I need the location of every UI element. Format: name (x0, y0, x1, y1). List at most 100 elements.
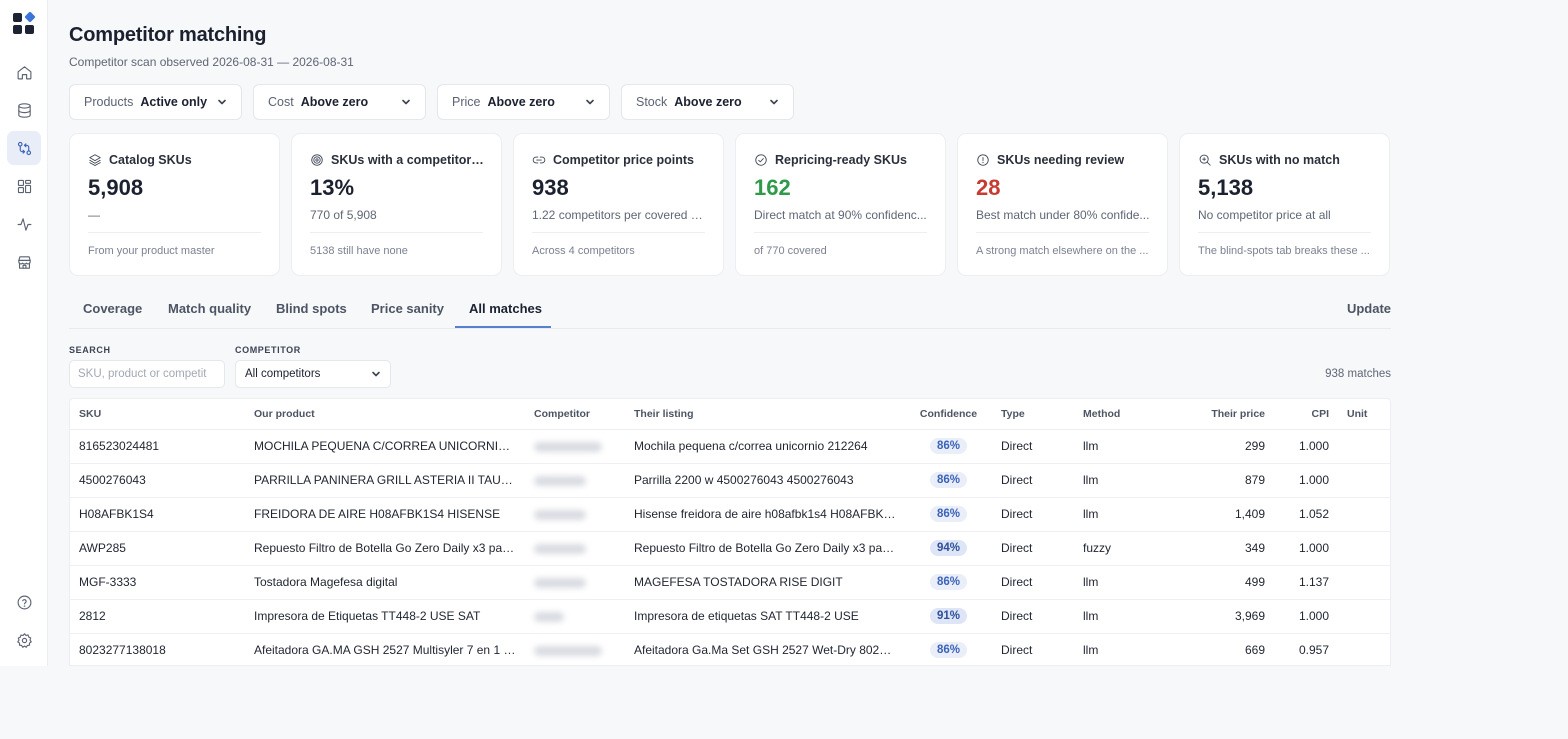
cell-method: fuzzy (1074, 531, 1164, 566)
divider (310, 232, 483, 233)
kpi-subtext: Direct match at 90% confidenc... (754, 208, 927, 222)
filter-products[interactable]: Products Active only (69, 84, 242, 120)
column-header-confidence[interactable]: Confidence (905, 399, 992, 430)
chevron-down-icon (769, 97, 779, 107)
nav-home[interactable] (7, 55, 41, 89)
cell-our-product: Afeitadora GA.MA GSH 2527 Multisyler 7 e… (245, 633, 525, 665)
kpi-value: 5,908 (88, 175, 144, 200)
search-input[interactable] (69, 360, 225, 388)
kpi-footnote: of 770 covered (754, 245, 827, 257)
cell-cpi: 1.000 (1274, 531, 1338, 566)
nav-layout[interactable] (7, 169, 41, 203)
cell-cpi: 1.000 (1274, 429, 1338, 464)
competitor-select-value: All competitors (245, 368, 321, 380)
link-icon (532, 156, 546, 164)
cell-sku: 816523024481 (70, 429, 245, 464)
column-header-their-listing[interactable]: Their listing (625, 399, 905, 430)
divider (88, 232, 261, 233)
kpi-title: Catalog SKUs (109, 153, 192, 167)
cell-cpi: 1.000 (1274, 463, 1338, 498)
match-count: 938 matches (1325, 368, 1391, 380)
column-header-our-product[interactable]: Our product (245, 399, 525, 430)
cell-our-product: FREIDORA DE AIRE H08AFBK1S4 HISENSE (245, 497, 525, 532)
column-header-type[interactable]: Type (992, 399, 1074, 430)
table-row[interactable]: H08AFBK1S4 FREIDORA DE AIRE H08AFBK1S4 H… (70, 497, 1390, 532)
nav-help[interactable] (7, 585, 41, 619)
cell-unit (1338, 497, 1390, 532)
cell-type: Direct (992, 599, 1074, 634)
cell-type: Direct (992, 497, 1074, 532)
kpi-title: Competitor price points (553, 153, 694, 167)
column-header-method[interactable]: Method (1074, 399, 1164, 430)
confidence-badge: 94% (929, 540, 968, 556)
cell-sku: H08AFBK1S4 (70, 497, 245, 532)
page-subtitle: Competitor scan observed 2026-08-31 — 20… (69, 55, 354, 69)
filter-price[interactable]: Price Above zero (437, 84, 610, 120)
tab-all-matches[interactable]: All matches (469, 301, 542, 316)
cell-unit (1338, 463, 1390, 498)
cell-our-product: PARRILLA PANINERA GRILL ASTERIA II TAURU… (245, 463, 525, 498)
update-button[interactable]: Update (1347, 301, 1391, 316)
settings-icon (16, 632, 32, 648)
table-row[interactable]: 2812 Impresora de Etiquetas TT448-2 USE … (70, 599, 1390, 634)
kpi-card-catalog-skus: Catalog SKUs 5,908 — From your product m… (69, 133, 280, 276)
competitor-select[interactable]: All competitors (235, 360, 391, 388)
cell-method: llm (1074, 497, 1164, 532)
tab-price-sanity[interactable]: Price sanity (371, 301, 444, 316)
confidence-badge: 86% (929, 506, 968, 522)
filter-label: Cost (268, 95, 294, 109)
layout-grid-icon (17, 179, 31, 193)
kpi-cards: Catalog SKUs 5,908 — From your product m… (69, 133, 1390, 276)
cell-competitor-redacted (525, 463, 625, 498)
column-header-unit[interactable]: Unit (1338, 399, 1390, 430)
table-row[interactable]: 816523024481 MOCHILA PEQUENA C/CORREA UN… (70, 429, 1390, 464)
confidence-badge: 86% (929, 642, 968, 658)
cell-competitor-redacted (525, 531, 625, 566)
cell-method: llm (1074, 599, 1164, 634)
activity-icon (17, 217, 31, 231)
column-header-sku[interactable]: SKU (70, 399, 245, 430)
check-circle-icon (755, 154, 767, 166)
cell-sku: 4500276043 (70, 463, 245, 498)
cell-sku: 2812 (70, 599, 245, 634)
nav-store[interactable] (7, 245, 41, 279)
cell-their-listing: MAGEFESA TOSTADORA RISE DIGIT (625, 565, 905, 600)
kpi-footnote: From your product master (88, 245, 215, 257)
table-row[interactable]: MGF-3333 Tostadora Magefesa digital MAGE… (70, 565, 1390, 600)
nav-settings[interactable] (7, 623, 41, 657)
search-zoom-icon (1199, 154, 1211, 166)
column-header-cpi[interactable]: CPI (1274, 399, 1338, 430)
kpi-card-repricing-ready: Repricing-ready SKUs 162 Direct match at… (735, 133, 946, 276)
kpi-footnote: Across 4 competitors (532, 245, 635, 257)
column-header-their-price[interactable]: Their price (1164, 399, 1274, 430)
kpi-title: SKUs with no match (1219, 153, 1340, 167)
cell-method: llm (1074, 429, 1164, 464)
kpi-subtext: — (88, 208, 100, 222)
cell-competitor-redacted (525, 497, 625, 532)
nav-database[interactable] (7, 93, 41, 127)
confidence-badge: 86% (929, 438, 968, 454)
column-header-competitor[interactable]: Competitor (525, 399, 625, 430)
kpi-card-no-match: SKUs with no match 5,138 No competitor p… (1179, 133, 1390, 276)
cell-type: Direct (992, 463, 1074, 498)
cell-their-listing: Impresora de etiquetas SAT TT448-2 USE (625, 599, 905, 634)
cell-sku: 8023277138018 (70, 633, 245, 665)
cell-their-listing: Hisense freidora de aire h08afbk1s4 H08A… (625, 497, 905, 532)
tab-blind-spots[interactable]: Blind spots (276, 301, 347, 316)
table-row[interactable]: 4500276043 PARRILLA PANINERA GRILL ASTER… (70, 463, 1390, 498)
confidence-badge: 91% (929, 608, 968, 624)
logo-icon[interactable] (12, 11, 36, 36)
cell-unit (1338, 429, 1390, 464)
cell-their-price: 349 (1164, 531, 1274, 566)
nav-activity[interactable] (7, 207, 41, 241)
tab-coverage[interactable]: Coverage (83, 301, 142, 316)
filter-stock[interactable]: Stock Above zero (621, 84, 794, 120)
cell-cpi: 1.000 (1274, 599, 1338, 634)
filter-label: Products (84, 95, 134, 109)
table-row[interactable]: 8023277138018 Afeitadora GA.MA GSH 2527 … (70, 633, 1390, 665)
filter-cost[interactable]: Cost Above zero (253, 84, 426, 120)
kpi-card-competitor-price-points: Competitor price points 938 1.22 competi… (513, 133, 724, 276)
nav-competitor-matching[interactable] (7, 131, 41, 165)
table-row[interactable]: AWP285 Repuesto Filtro de Botella Go Zer… (70, 531, 1390, 566)
tab-match-quality[interactable]: Match quality (168, 301, 251, 316)
